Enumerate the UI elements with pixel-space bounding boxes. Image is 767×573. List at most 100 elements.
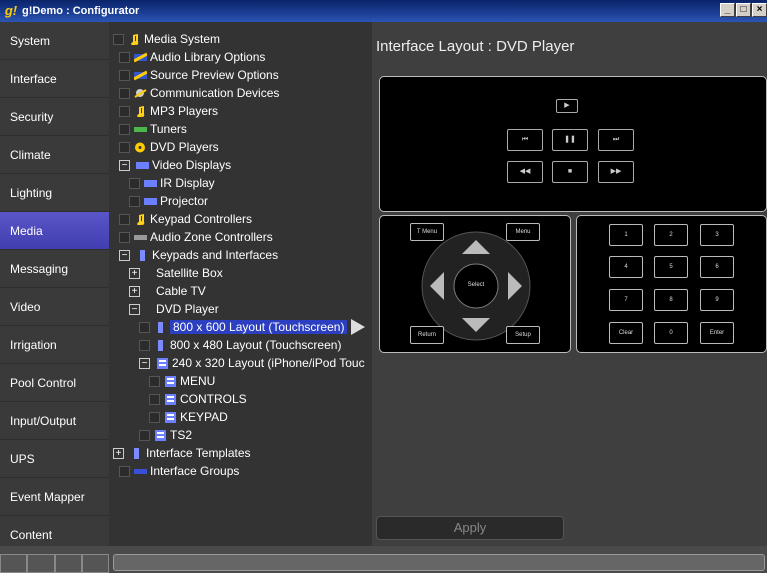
title-bar: g! g!Demo : Configurator _ □ × [0,0,767,22]
checkbox[interactable] [119,231,130,243]
tree-node[interactable]: − Keypads and Interfaces [119,246,278,264]
sidebar-item-media[interactable]: Media [0,212,109,250]
keypad-button-4[interactable]: 4 [609,256,643,278]
previous-button[interactable]: ⏮ [507,129,543,151]
checkbox[interactable] [119,123,130,135]
fast-forward-button[interactable]: ▶▶ [598,161,634,183]
tree-node[interactable]: Projector [129,192,208,210]
tree-node[interactable]: Communication Devices [119,84,279,102]
keypad-button-clear[interactable]: Clear [609,322,643,344]
window-controls: _ □ × [720,3,767,17]
tree-node[interactable]: Keypad Controllers [119,210,252,228]
tree-node[interactable]: CONTROLS [149,390,247,408]
expand-toggle[interactable]: + [129,285,140,297]
next-button[interactable]: ⏭ [598,129,634,151]
play-button[interactable]: ▶ [556,99,578,113]
checkbox[interactable] [139,339,150,351]
tree-node[interactable]: + Satellite Box [129,264,223,282]
tree-node[interactable]: IR Display [129,174,215,192]
bottom-tab-3[interactable] [54,554,82,573]
maximize-button[interactable]: □ [736,3,751,17]
sidebar-item-lighting[interactable]: Lighting [0,174,109,212]
tree-node[interactable]: MENU [149,372,215,390]
tree-node[interactable]: Media System [113,30,220,48]
keypad-button-1[interactable]: 1 [609,224,643,246]
sidebar-item-pool-control[interactable]: Pool Control [0,364,109,402]
tree-node[interactable]: 800 x 480 Layout (Touchscreen) [139,336,341,354]
sidebar-item-messaging[interactable]: Messaging [0,250,109,288]
collapse-toggle[interactable]: − [129,303,140,315]
rewind-button[interactable]: ◀◀ [507,161,543,183]
checkbox[interactable] [119,69,130,81]
checkbox[interactable] [139,429,150,441]
sidebar-item-interface[interactable]: Interface [0,60,109,98]
checkbox[interactable] [129,177,140,189]
stop-button[interactable]: ■ [552,161,588,183]
checkbox[interactable] [119,87,130,99]
checkbox[interactable] [113,33,124,45]
page-title: Interface Layout : DVD Player [376,38,575,55]
close-button[interactable]: × [752,3,767,17]
keypad-button-enter[interactable]: Enter [700,322,734,344]
tree-node[interactable]: − DVD Player [129,300,219,318]
tree-node[interactable]: Audio Library Options [119,48,265,66]
checkbox[interactable] [119,105,130,117]
minimize-button[interactable]: _ [720,3,735,17]
tree-node[interactable]: − Video Displays [119,156,231,174]
keypad-button-8[interactable]: 8 [654,289,688,311]
checkbox[interactable] [149,411,160,423]
setup-button[interactable]: Setup [506,326,540,344]
bottom-tab-4[interactable] [81,554,109,573]
keypad-button-5[interactable]: 5 [654,256,688,278]
collapse-toggle[interactable]: − [139,357,150,369]
tree-node[interactable]: Interface Groups [119,462,239,480]
checkbox[interactable] [119,141,130,153]
tree-node[interactable]: Audio Zone Controllers [119,228,273,246]
tree-node[interactable]: KEYPAD [149,408,228,426]
checkbox[interactable] [149,375,160,387]
tree-node[interactable]: DVD Players [119,138,219,156]
checkbox[interactable] [119,213,130,225]
checkbox[interactable] [139,321,150,333]
expand-toggle[interactable]: + [113,447,124,459]
apply-button[interactable]: Apply [376,516,564,540]
tree-node-selected[interactable]: 800 x 600 Layout (Touchscreen) [139,318,366,336]
library-icon [134,52,147,62]
tree-node[interactable]: TS2 [139,426,192,444]
keypad-button-6[interactable]: 6 [700,256,734,278]
tree-node[interactable]: + Cable TV [129,282,206,300]
sidebar-item-irrigation[interactable]: Irrigation [0,326,109,364]
bottom-tab-2[interactable] [27,554,55,573]
tree-node[interactable]: Tuners [119,120,187,138]
sidebar-item-input-output[interactable]: Input/Output [0,402,109,440]
sidebar-item-climate[interactable]: Climate [0,136,109,174]
sidebar-item-event-mapper[interactable]: Event Mapper [0,478,109,516]
select-button[interactable]: Select [459,275,493,297]
sidebar-item-security[interactable]: Security [0,98,109,136]
top-menu-button[interactable]: T Menu [410,223,444,241]
pause-button[interactable]: ❚❚ [552,129,588,151]
keypad-button-9[interactable]: 9 [700,289,734,311]
menu-button[interactable]: Menu [506,223,540,241]
collapse-toggle[interactable]: − [119,249,130,261]
tree-node[interactable]: Source Preview Options [119,66,279,84]
sidebar-item-ups[interactable]: UPS [0,440,109,478]
bottom-tab-1[interactable] [0,554,28,573]
sidebar-item-system[interactable]: System [0,22,109,60]
sidebar-item-video[interactable]: Video [0,288,109,326]
keypad-button-7[interactable]: 7 [609,289,643,311]
expand-toggle[interactable]: + [129,267,140,279]
return-button[interactable]: Return [410,326,444,344]
keypad-button-3[interactable]: 3 [700,224,734,246]
tree-node[interactable]: −240 x 320 Layout (iPhone/iPod Touc [139,354,365,372]
tree-node[interactable]: MP3 Players [119,102,218,120]
tree-node[interactable]: + Interface Templates [113,444,251,462]
keypad-button-0[interactable]: 0 [654,322,688,344]
bottom-tabs [0,554,109,573]
keypad-button-2[interactable]: 2 [654,224,688,246]
checkbox[interactable] [149,393,160,405]
checkbox[interactable] [119,465,130,477]
checkbox[interactable] [119,51,130,63]
collapse-toggle[interactable]: − [119,159,130,171]
checkbox[interactable] [129,195,140,207]
